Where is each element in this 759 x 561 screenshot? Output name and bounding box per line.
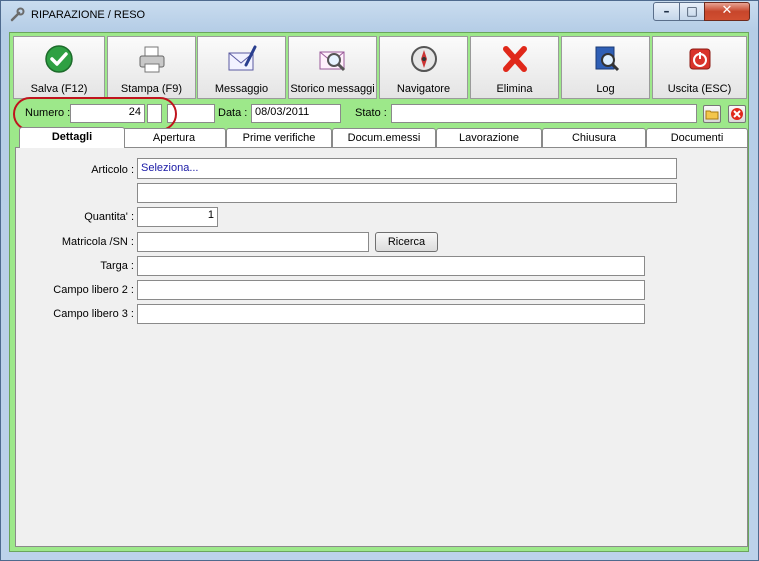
title-bar[interactable]: RIPARAZIONE / RESO – □ ✕ (1, 1, 758, 31)
envelope-search-icon (319, 51, 345, 72)
serial-number-field[interactable] (137, 232, 369, 252)
articolo-field[interactable]: Seleziona... (137, 158, 677, 179)
articolo-description-field[interactable] (137, 183, 677, 203)
exit-label: Uscita (ESC) (667, 83, 732, 95)
clear-status-button[interactable] (728, 105, 746, 123)
message-button[interactable]: Messaggio (197, 36, 286, 99)
matricola-label: Matricola /SN : (61, 236, 134, 248)
tab-lavorazione[interactable]: Lavorazione (436, 128, 542, 147)
campo-libero-2-field[interactable] (137, 280, 645, 300)
log-button[interactable]: Log (561, 36, 650, 99)
minimize-icon: – (663, 4, 670, 18)
tab-docum-emessi[interactable]: Docum.emessi (332, 128, 436, 147)
tab-chiusura[interactable]: Chiusura (542, 128, 646, 147)
annotation-highlight (13, 97, 177, 131)
save-label: Salva (F12) (30, 83, 88, 95)
minimize-button[interactable]: – (653, 2, 680, 21)
print-label: Stampa (F9) (120, 83, 183, 95)
articolo-label: Articolo : (91, 164, 134, 176)
campo-libero-3-field[interactable] (137, 304, 645, 324)
compass-icon (410, 46, 437, 72)
open-folder-button[interactable] (703, 105, 721, 123)
delete-x-icon (502, 46, 527, 72)
window-title: RIPARAZIONE / RESO (31, 9, 146, 21)
navigator-label: Navigatore (396, 83, 451, 95)
app-window: RIPARAZIONE / RESO – □ ✕ Salva (F12) Sta… (0, 0, 759, 561)
tab-apertura[interactable]: Apertura (122, 128, 226, 147)
maximize-button[interactable]: □ (679, 2, 705, 21)
log-label: Log (596, 83, 615, 95)
data-label: Data : (218, 107, 248, 119)
clear-icon (731, 108, 743, 120)
toolbar: Salva (F12) Stampa (F9) Messaggio Storic… (13, 36, 747, 100)
check-icon (45, 45, 73, 73)
book-search-icon (595, 46, 619, 72)
quantity-field[interactable]: 1 (137, 207, 218, 227)
targa-field[interactable] (137, 256, 645, 276)
message-history-label: Storico messaggi (290, 83, 375, 95)
quantita-label: Quantita' : (84, 211, 134, 223)
folder-icon (705, 110, 719, 120)
power-icon (689, 48, 710, 70)
delete-button[interactable]: Elimina (470, 36, 559, 99)
tab-dettagli[interactable]: Dettagli (19, 127, 125, 148)
print-button[interactable]: Stampa (F9) (107, 36, 196, 99)
exit-button[interactable]: Uscita (ESC) (652, 36, 747, 99)
search-button[interactable]: Ricerca (375, 232, 438, 252)
maximize-icon: □ (686, 4, 698, 18)
printer-icon (139, 46, 164, 73)
tab-documenti[interactable]: Documenti (646, 128, 748, 147)
tab-bar: Dettagli Apertura Prime verifiche Docum.… (15, 127, 748, 148)
tab-prime-verifiche[interactable]: Prime verifiche (226, 128, 332, 147)
close-window-button[interactable]: ✕ (704, 2, 750, 21)
campo-libero-3-label: Campo libero 3 : (53, 308, 134, 320)
close-icon: ✕ (721, 3, 733, 18)
navigator-button[interactable]: Navigatore (379, 36, 468, 99)
targa-label: Targa : (100, 260, 134, 272)
delete-label: Elimina (496, 83, 533, 95)
stato-label: Stato : (355, 107, 387, 119)
message-history-button[interactable]: Storico messaggi (288, 36, 377, 99)
save-button[interactable]: Salva (F12) (13, 36, 105, 99)
wrench-icon (10, 7, 25, 22)
envelope-pen-icon (228, 45, 256, 71)
details-panel (15, 147, 748, 547)
message-label: Messaggio (214, 83, 269, 95)
status-field[interactable] (391, 104, 697, 123)
campo-libero-2-label: Campo libero 2 : (53, 284, 134, 296)
date-field[interactable]: 08/03/2011 (251, 104, 341, 123)
